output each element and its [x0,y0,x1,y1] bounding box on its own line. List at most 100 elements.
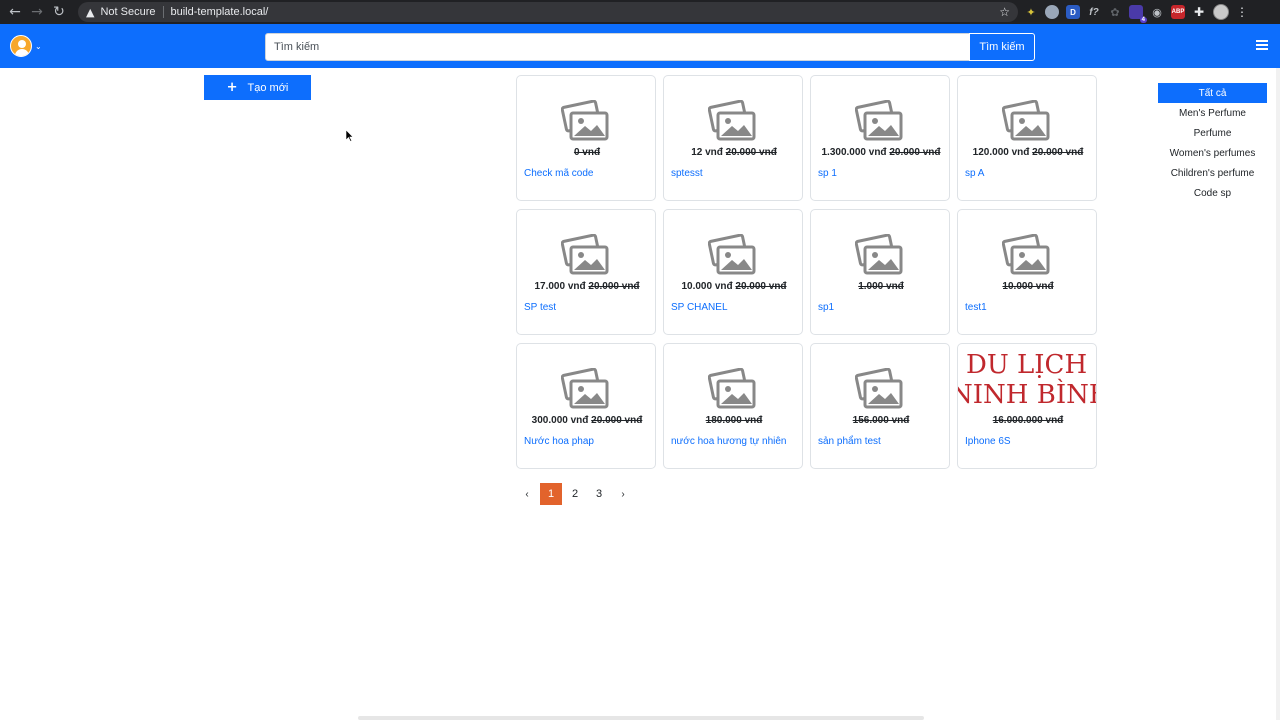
forward-icon[interactable]: → [26,1,48,23]
address-bar[interactable]: ▲ Not Secure build-template.local/ ☆ [78,2,1018,22]
image-placeholder-icon[interactable] [1001,99,1052,142]
bottom-shadow [358,716,924,720]
product-old-price: 0 vnđ [573,147,601,158]
product-old-price: 10.000 vnđ [1002,281,1054,292]
reload-icon[interactable]: ↻ [48,1,70,23]
search-button[interactable]: Tìm kiếm [969,33,1035,61]
product-price-row: 1.300.000 vnđ 20.000 vnđ [811,147,949,158]
product-card[interactable]: 1.300.000 vnđ 20.000 vnđ sp 1 [810,75,950,201]
user-avatar-icon [10,35,32,57]
product-name-link[interactable]: Check mã code [524,168,593,179]
product-name-link[interactable]: sptesst [671,168,703,179]
hamburger-menu-icon[interactable] [1256,40,1268,52]
product-price-row: 10.000 vnđ 20.000 vnđ [664,281,802,292]
product-card[interactable]: 0 vnđ Check mã code [516,75,656,201]
image-placeholder-icon[interactable] [560,99,611,142]
product-name-link[interactable]: sp1 [818,302,834,313]
category-item[interactable]: Tất cả [1158,83,1267,103]
image-placeholder-icon[interactable] [854,233,905,276]
product-price: 12 vnđ [691,147,723,158]
product-old-price: 1.000 vnđ [858,281,904,292]
product-photo[interactable]: DU LỊCH NINH BÌNH [958,350,1096,414]
product-card[interactable]: 120.000 vnđ 20.000 vnđ sp A [957,75,1097,201]
product-old-price: 20.000 vnđ [588,281,640,292]
product-name-link[interactable]: nước hoa hương tự nhiên [671,436,787,447]
puzzle-icon[interactable]: ✚ [1192,5,1206,19]
extension-puzzle-grey-icon[interactable]: ✿ [1108,5,1122,19]
category-item[interactable]: Men's Perfume [1158,103,1267,123]
product-card[interactable]: 17.000 vnđ 20.000 vnđ SP test [516,209,656,335]
product-old-price: 180.000 vnđ [705,415,763,426]
product-name-link[interactable]: sp A [965,168,984,179]
pagination-page[interactable]: 2 [564,483,586,505]
product-old-price: 20.000 vnđ [1032,147,1084,158]
category-list: Tất cả Men's Perfume Perfume Women's perfum… [1158,83,1267,203]
product-card[interactable]: 10.000 vnđ test1 [957,209,1097,335]
back-icon[interactable]: ← [4,1,26,23]
app-header: ⌄ Tìm kiếm [0,24,1280,68]
product-name-link[interactable]: test1 [965,302,987,313]
photo-text: DU LỊCH [966,350,1088,380]
image-placeholder-icon[interactable] [1001,233,1052,276]
image-placeholder-icon[interactable] [560,233,611,276]
product-card[interactable]: 156.000 vnđ sản phẩm test [810,343,950,469]
address-url[interactable]: build-template.local/ [171,6,269,18]
product-card[interactable]: 300.000 vnđ 20.000 vnđ Nước hoa phap [516,343,656,469]
security-label[interactable]: Not Secure [100,6,155,18]
pagination-next[interactable]: › [612,483,634,505]
extension-badge-icon[interactable]: 4 [1129,5,1147,23]
product-price-row: 12 vnđ 20.000 vnđ [664,147,802,158]
extension-leaf-icon[interactable]: ✦ [1024,5,1038,19]
image-placeholder-icon[interactable] [707,367,758,410]
image-placeholder-icon[interactable] [707,233,758,276]
product-price: 120.000 vnđ [972,147,1030,158]
search-input[interactable] [265,33,970,61]
pagination-page[interactable]: 3 [588,483,610,505]
extension-badge-count: 4 [1139,17,1147,23]
product-card[interactable]: 180.000 vnđ nước hoa hương tự nhiên [663,343,803,469]
product-card[interactable]: 1.000 vnđ sp1 [810,209,950,335]
product-old-price: 16.000.000 vnđ [992,415,1064,426]
user-menu-button[interactable]: ⌄ [10,35,42,57]
create-new-button[interactable]: + Tạo mới [204,75,311,100]
category-item[interactable]: Code sp [1158,183,1267,203]
product-card[interactable]: 12 vnđ 20.000 vnđ sptesst [663,75,803,201]
image-placeholder-icon[interactable] [707,99,758,142]
product-price: 10.000 vnđ [681,281,733,292]
product-name-link[interactable]: Iphone 6S [965,436,1011,447]
product-price: 17.000 vnđ [534,281,586,292]
profile-avatar[interactable] [1213,4,1229,20]
extension-f-icon[interactable]: f? [1087,5,1101,19]
product-name-link[interactable]: SP CHANEL [671,302,728,313]
scrollbar-track[interactable] [1276,68,1280,720]
product-price-row: 0 vnđ [517,147,655,158]
product-grid: 0 vnđ Check mã code 12 vnđ 20.000 vnđ sp… [516,75,1098,469]
product-name-link[interactable]: sp 1 [818,168,837,179]
image-placeholder-icon[interactable] [854,99,905,142]
adblock-icon[interactable]: ABP [1171,5,1185,19]
product-price-row: 300.000 vnđ 20.000 vnđ [517,415,655,426]
pagination-prev[interactable]: ‹ [516,483,538,505]
category-item[interactable]: Children's perfume [1158,163,1267,183]
image-placeholder-icon[interactable] [560,367,611,410]
pagination-page[interactable]: 1 [540,483,562,505]
product-old-price: 20.000 vnđ [725,147,777,158]
product-name-link[interactable]: Nước hoa phap [524,436,594,447]
image-placeholder-icon[interactable] [854,367,905,410]
product-card[interactable]: 10.000 vnđ 20.000 vnđ SP CHANEL [663,209,803,335]
product-price-row: 10.000 vnđ [958,281,1096,292]
category-item[interactable]: Women's perfumes [1158,143,1267,163]
warning-icon[interactable]: ▲ [86,6,94,19]
category-item[interactable]: Perfume [1158,123,1267,143]
address-divider [162,6,164,18]
extension-circle-icon[interactable] [1045,5,1059,19]
chevron-down-icon: ⌄ [35,41,42,51]
star-icon[interactable]: ☆ [999,5,1010,19]
menu-icon[interactable]: ⋮ [1236,5,1248,19]
camera-icon[interactable]: ◉ [1150,5,1164,19]
extension-d-icon[interactable]: D [1066,5,1080,19]
product-name-link[interactable]: SP test [524,302,556,313]
product-card[interactable]: DU LỊCH NINH BÌNH 16.000.000 vnđ Iphone … [957,343,1097,469]
product-price-row: 180.000 vnđ [664,415,802,426]
product-name-link[interactable]: sản phẩm test [818,436,881,447]
